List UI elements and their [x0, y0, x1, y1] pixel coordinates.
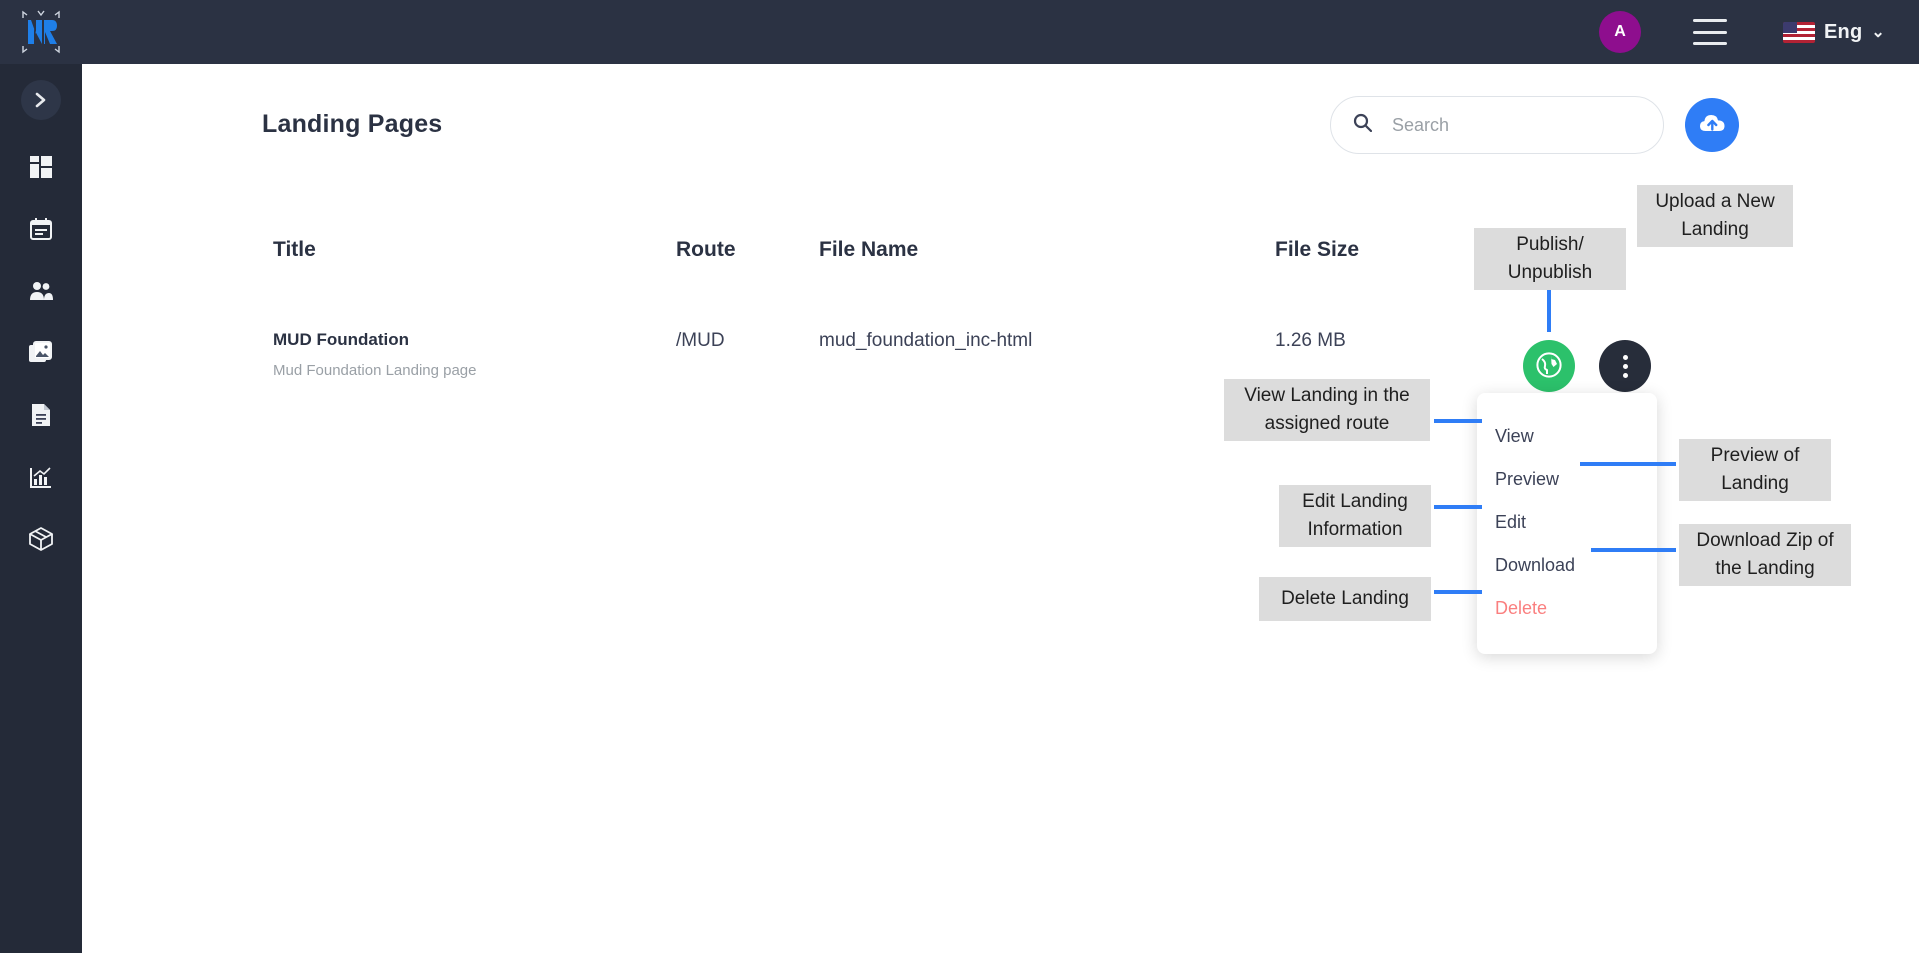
app-root: A Eng ⌄ Landing Pages Search Title Route…	[0, 0, 1919, 953]
sidebar-nav	[0, 64, 82, 576]
sidebar-item-gallery[interactable]	[16, 328, 66, 378]
topbar: A Eng ⌄	[82, 0, 1919, 64]
search-input[interactable]	[1392, 114, 1641, 136]
row-more-actions-button[interactable]	[1599, 340, 1651, 392]
cell-file-name: mud_foundation_inc-html	[819, 330, 1033, 351]
landing-subtitle: Mud Foundation Landing page	[273, 362, 477, 379]
avatar-initial: A	[1614, 23, 1626, 40]
box-icon	[29, 527, 53, 551]
kebab-menu-icon	[1622, 354, 1628, 360]
cell-file-size: 1.26 MB	[1275, 330, 1346, 351]
cloud-upload-icon	[1699, 113, 1726, 138]
upload-new-landing-button[interactable]	[1685, 98, 1739, 152]
chevron-down-icon: ⌄	[1871, 24, 1885, 41]
calendar-icon	[30, 218, 52, 240]
callout-upload: Upload a New Landing	[1637, 185, 1793, 247]
cell-route: /MUD	[676, 330, 725, 351]
column-header-file-size: File Size	[1275, 238, 1360, 261]
search-icon	[1353, 113, 1373, 137]
sidebar	[0, 0, 82, 953]
document-icon	[31, 403, 51, 427]
callout-publish: Publish/ Unpublish	[1474, 228, 1626, 290]
globe-icon	[1536, 351, 1562, 381]
gallery-icon	[29, 341, 53, 365]
connector-view	[1434, 419, 1482, 423]
hamburger-icon[interactable]	[1693, 19, 1728, 45]
menu-item-delete[interactable]: Delete	[1477, 587, 1657, 630]
connector-download	[1591, 548, 1676, 552]
connector-edit	[1434, 505, 1482, 509]
column-header-route: Route	[676, 238, 736, 261]
nr-logo	[18, 9, 64, 55]
sidebar-item-dashboard[interactable]	[16, 142, 66, 192]
publish-unpublish-button[interactable]	[1523, 340, 1575, 392]
row-actions-menu: View Preview Edit Download Delete	[1477, 393, 1657, 654]
landing-title: MUD Foundation	[273, 330, 409, 349]
column-header-file-name: File Name	[819, 238, 919, 261]
chevron-right-icon	[35, 92, 46, 108]
cell-title: MUD Foundation Mud Foundation Landing pa…	[273, 330, 477, 379]
callout-download: Download Zip of the Landing	[1679, 524, 1851, 586]
connector-preview	[1580, 462, 1676, 466]
menu-item-edit[interactable]: Edit	[1477, 501, 1657, 544]
sidebar-item-packages[interactable]	[16, 514, 66, 564]
language-label: Eng	[1824, 20, 1863, 43]
callout-view: View Landing in the assigned route	[1224, 379, 1430, 441]
kebab-menu-icon	[1622, 372, 1628, 378]
sidebar-item-users[interactable]	[16, 266, 66, 316]
chart-icon	[30, 466, 52, 488]
avatar[interactable]: A	[1599, 11, 1642, 53]
connector-delete	[1434, 590, 1482, 594]
page-title: Landing Pages	[262, 110, 443, 138]
hamburger-bar	[1693, 42, 1728, 45]
sidebar-item-documents[interactable]	[16, 390, 66, 440]
us-flag-icon	[1783, 21, 1816, 43]
search-box[interactable]	[1330, 96, 1664, 154]
sidebar-item-calendar[interactable]	[16, 204, 66, 254]
kebab-menu-icon	[1622, 363, 1628, 369]
sidebar-item-analytics[interactable]	[16, 452, 66, 502]
dashboard-grid-icon	[30, 156, 52, 178]
callout-delete: Delete Landing	[1259, 577, 1431, 621]
column-header-title: Title	[273, 238, 316, 261]
language-selector[interactable]: Eng ⌄	[1783, 21, 1885, 44]
callout-edit: Edit Landing Information	[1279, 485, 1431, 547]
callout-preview: Preview of Landing	[1679, 439, 1831, 501]
app-logo[interactable]	[0, 0, 82, 64]
menu-item-view[interactable]: View	[1477, 415, 1657, 458]
sidebar-collapse-button[interactable]	[21, 80, 61, 120]
connector-publish	[1547, 290, 1551, 332]
table-header: Title Route File Name File Size	[0, 238, 1919, 270]
users-icon	[29, 281, 53, 301]
hamburger-bar	[1693, 19, 1728, 22]
hamburger-bar	[1693, 30, 1728, 34]
